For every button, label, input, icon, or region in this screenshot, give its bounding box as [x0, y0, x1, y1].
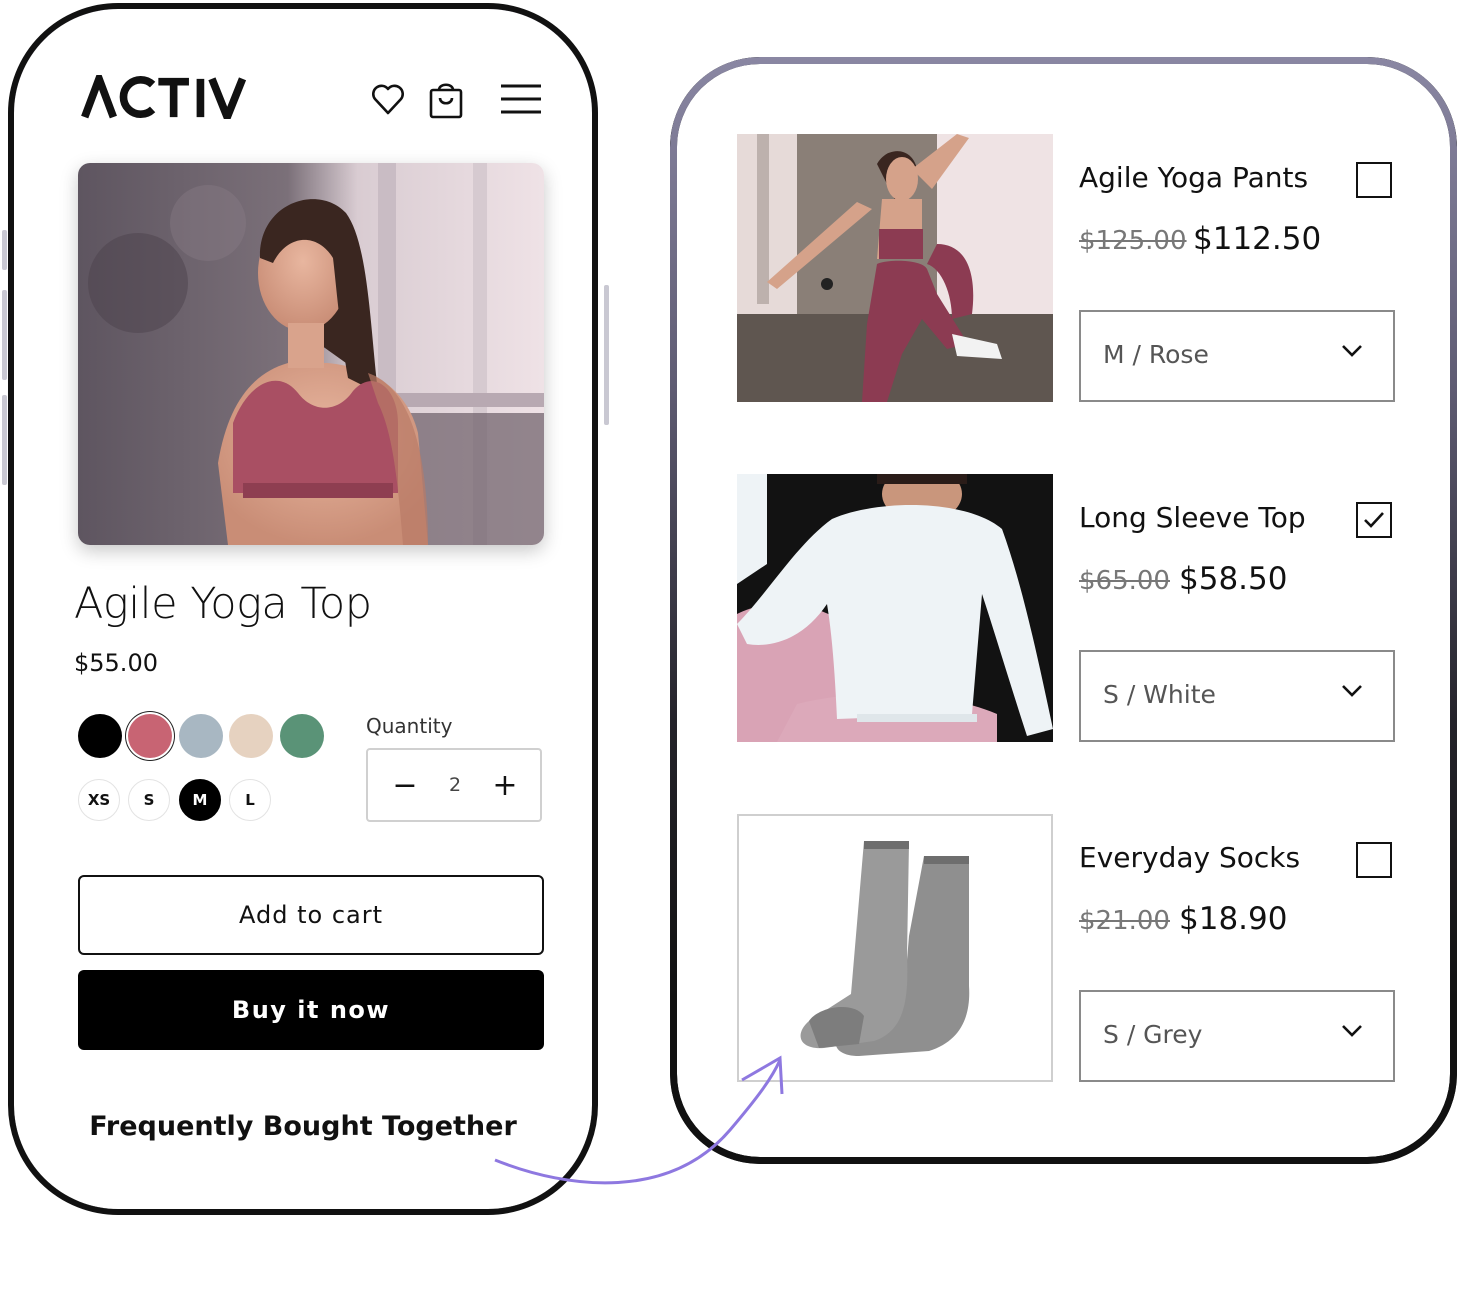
- add-to-cart-button[interactable]: Add to cart: [78, 875, 544, 955]
- variant-select[interactable]: S / Grey: [1079, 990, 1395, 1082]
- product-image: [78, 163, 544, 545]
- variant-select-value: M / Rose: [1103, 340, 1209, 369]
- fbt-item-old-price: $65.00: [1079, 566, 1170, 596]
- size-s[interactable]: S: [128, 779, 170, 821]
- fbt-item-name[interactable]: Everyday Socks: [1079, 841, 1300, 874]
- curved-arrow-icon: [494, 1055, 784, 1185]
- quantity-stepper: − 2 +: [366, 748, 542, 822]
- buy-now-button[interactable]: Buy it now: [78, 970, 544, 1050]
- size-m[interactable]: M: [179, 779, 221, 821]
- fbt-item-checkbox[interactable]: [1356, 502, 1392, 538]
- fbt-item-price: $58.50: [1179, 561, 1288, 597]
- phone-side-button: [2, 230, 7, 270]
- phone-side-button: [2, 395, 7, 485]
- size-xs[interactable]: XS: [78, 779, 120, 821]
- color-swatch-rose[interactable]: [128, 714, 172, 758]
- fbt-item-checkbox[interactable]: [1356, 842, 1392, 878]
- phone-side-button: [2, 290, 7, 380]
- fbt-item-image: [737, 474, 1053, 742]
- menu-icon[interactable]: [499, 83, 543, 115]
- fbt-item-old-price: $21.00: [1079, 906, 1170, 936]
- bag-icon[interactable]: [428, 81, 464, 119]
- size-l[interactable]: L: [229, 779, 271, 821]
- fbt-item-price: $18.90: [1179, 901, 1288, 937]
- variant-select-value: S / Grey: [1103, 1020, 1203, 1049]
- color-swatch-beige[interactable]: [229, 714, 273, 758]
- phone-frame: Agile Yoga Top $55.00 XS S M L Quantity …: [8, 3, 598, 1215]
- heart-icon[interactable]: [370, 81, 406, 117]
- variant-select[interactable]: S / White: [1079, 650, 1395, 742]
- fbt-item-image: [737, 134, 1053, 402]
- fbt-item-price: $112.50: [1193, 221, 1322, 257]
- quantity-label: Quantity: [366, 714, 453, 738]
- chevron-down-icon: [1342, 685, 1362, 697]
- fbt-item-image: [737, 814, 1053, 1082]
- color-swatch-black[interactable]: [78, 714, 122, 758]
- color-swatch-grey-blue[interactable]: [179, 714, 223, 758]
- chevron-down-icon: [1342, 1025, 1362, 1037]
- fbt-item-checkbox[interactable]: [1356, 162, 1392, 198]
- chevron-down-icon: [1342, 345, 1362, 357]
- fbt-item-old-price: $125.00: [1079, 226, 1187, 256]
- color-swatch-green[interactable]: [280, 714, 324, 758]
- phone-side-button: [604, 285, 609, 425]
- check-icon: [1364, 512, 1384, 528]
- fbt-item-name[interactable]: Long Sleeve Top: [1079, 501, 1306, 534]
- fbt-panel: Agile Yoga Pants $125.00 $112.50 M / Ros…: [670, 57, 1457, 1164]
- activ-logo: [81, 75, 247, 119]
- variant-select[interactable]: M / Rose: [1079, 310, 1395, 402]
- fbt-item-name[interactable]: Agile Yoga Pants: [1079, 161, 1308, 194]
- variant-select-value: S / White: [1103, 680, 1216, 709]
- product-price: $55.00: [74, 649, 158, 677]
- product-title: Agile Yoga Top: [74, 579, 372, 629]
- quantity-increase-button[interactable]: +: [476, 750, 534, 820]
